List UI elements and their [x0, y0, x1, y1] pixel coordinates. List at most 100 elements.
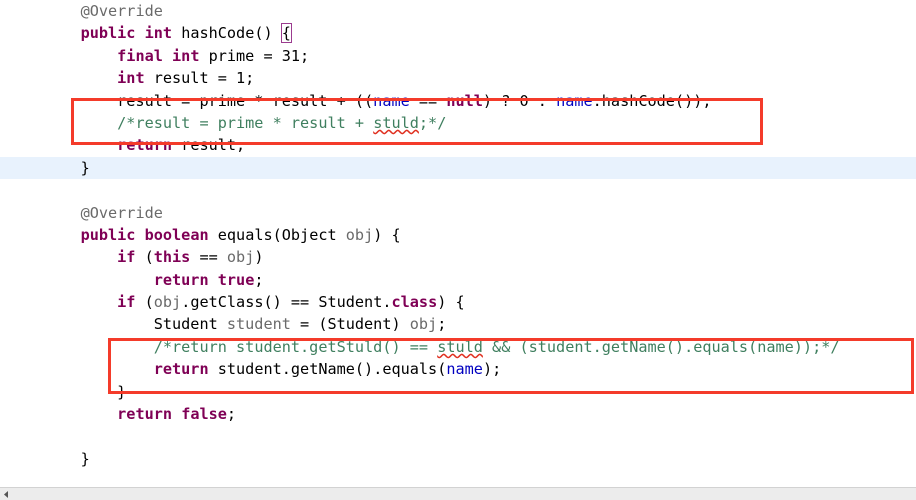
code-token: obj: [153, 293, 182, 312]
code-token: (: [135, 248, 154, 267]
code-line[interactable]: return false;: [0, 403, 916, 425]
code-token: result;: [172, 136, 246, 155]
code-token: student: [226, 315, 291, 334]
code-token: /*return student.getStuld() ==: [153, 337, 438, 356]
code-token: return: [153, 270, 209, 289]
code-line[interactable]: }: [0, 448, 916, 470]
code-token: = (Student): [290, 315, 410, 334]
code-token: 31;: [281, 46, 310, 65]
code-line[interactable]: final int prime = 31;: [0, 45, 916, 67]
code-token: ) {: [437, 293, 465, 312]
code-token: stuld: [373, 113, 419, 132]
code-line[interactable]: @Override: [0, 0, 916, 22]
code-token: return: [153, 360, 209, 379]
code-line[interactable]: [0, 425, 916, 447]
code-line[interactable]: return true;: [0, 269, 916, 291]
code-line-current[interactable]: }: [0, 156, 916, 180]
scroll-left-arrow-icon[interactable]: [2, 490, 11, 499]
code-line[interactable]: /*result = prime * result + stuld;*/: [0, 112, 916, 134]
code-token: null: [446, 91, 483, 110]
code-token: );: [482, 360, 502, 379]
code-token: result =: [144, 69, 237, 88]
horizontal-scrollbar[interactable]: [0, 487, 916, 500]
code-token: result = prime * result + ((: [44, 91, 374, 110]
code-line[interactable]: result = prime * result + ((name == null…: [0, 90, 916, 112]
code-token: ;: [254, 270, 264, 289]
code-line[interactable]: public boolean equals(Object obj) {: [0, 224, 916, 246]
code-token: }: [44, 449, 90, 468]
code-token: hashCode(): [172, 24, 282, 43]
code-token: prime =: [199, 46, 282, 65]
code-line[interactable]: return student.getName().equals(name);: [0, 358, 916, 380]
code-token: student.getName().equals(: [208, 360, 447, 379]
code-token: ) ? 0 :: [482, 91, 557, 110]
code-token: ) {: [373, 225, 401, 244]
code-token: @Override: [80, 203, 163, 222]
code-token: ;: [437, 315, 447, 334]
code-line[interactable]: [0, 179, 916, 201]
code-token: ): [254, 248, 264, 267]
code-token: /*result = prime * result +: [117, 113, 374, 132]
code-token: final: [117, 46, 163, 65]
code-token: return: [117, 136, 173, 155]
code-token: public: [80, 225, 136, 244]
code-token: false: [181, 405, 227, 424]
code-token: int: [172, 46, 200, 65]
code-token: ;: [226, 405, 237, 424]
code-editor[interactable]: @Override public int hashCode() { final …: [0, 0, 916, 487]
code-token: if: [117, 293, 136, 312]
code-token: true: [217, 270, 255, 289]
code-token: public: [80, 24, 136, 43]
code-token: (: [135, 293, 154, 312]
code-line[interactable]: if (this == obj): [0, 246, 916, 268]
code-line[interactable]: /*return student.getStuld() == stuld && …: [0, 336, 916, 358]
code-text-area[interactable]: @Override public int hashCode() { final …: [0, 0, 916, 487]
code-token: name: [373, 91, 410, 110]
code-token: if: [117, 248, 136, 267]
code-token: 1;: [236, 69, 255, 88]
code-token: .hashCode());: [592, 91, 712, 110]
code-line[interactable]: int result = 1;: [0, 67, 916, 89]
code-token: ==: [409, 91, 447, 110]
code-line[interactable]: if (obj.getClass() == Student.class) {: [0, 291, 916, 313]
code-line[interactable]: @Override: [0, 202, 916, 224]
code-token: name: [446, 360, 483, 379]
code-token: }: [44, 382, 127, 401]
code-token: int: [144, 24, 173, 43]
code-line[interactable]: public int hashCode() {: [0, 22, 916, 44]
code-token: }: [44, 158, 90, 177]
code-token: this: [153, 248, 191, 267]
code-token: obj: [226, 248, 255, 267]
code-token: obj: [345, 225, 374, 244]
code-token: Student: [44, 315, 227, 334]
code-line[interactable]: return result;: [0, 134, 916, 156]
code-line[interactable]: Student student = (Student) obj;: [0, 313, 916, 335]
code-token: && (student.getName().equals(name));*/: [482, 337, 840, 356]
code-token: stuld: [437, 337, 483, 356]
code-line[interactable]: }: [0, 381, 916, 403]
code-token: obj: [409, 315, 438, 334]
code-token: {: [280, 23, 292, 44]
code-token: @Override: [80, 2, 163, 20]
code-token: int: [117, 69, 145, 88]
code-token: .getClass() == Student.: [181, 293, 392, 312]
